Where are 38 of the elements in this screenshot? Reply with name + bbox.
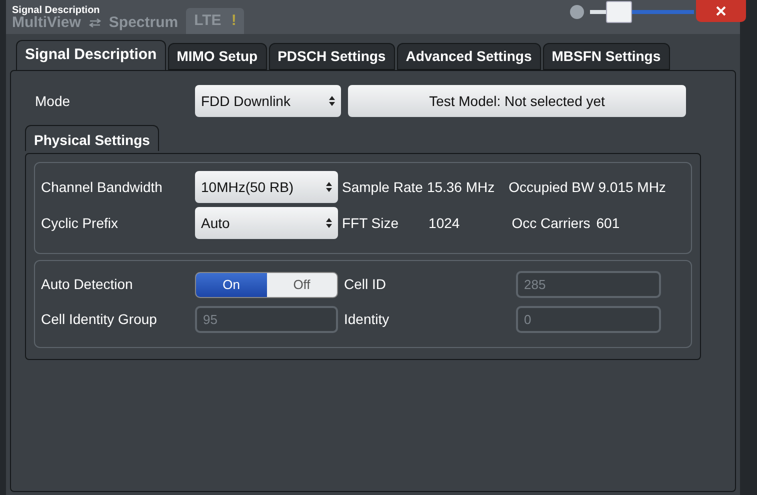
field-label: Occ Carriers bbox=[512, 214, 590, 232]
window-title: Signal Description bbox=[12, 4, 100, 16]
field-label: Channel Bandwidth bbox=[40, 178, 164, 196]
field-label: Cell Identity Group bbox=[40, 310, 158, 329]
field-label: Occupied BW bbox=[508, 178, 594, 197]
warning-icon: ! bbox=[231, 10, 236, 32]
on-off-toggle[interactable]: On Off bbox=[195, 272, 338, 298]
section-tab[interactable]: Physical Settings bbox=[25, 125, 159, 151]
field-value: 601 bbox=[596, 214, 620, 232]
swap-icon bbox=[88, 18, 101, 28]
field-value: 9.015 MHz bbox=[598, 178, 666, 196]
dropdown[interactable]: FDD Downlink bbox=[195, 85, 341, 117]
field-label: Cell ID bbox=[344, 275, 388, 294]
tab[interactable]: MIMO Setup bbox=[168, 43, 267, 70]
spinner-icon bbox=[326, 218, 332, 228]
tab[interactable]: MBSFN Settings bbox=[542, 43, 670, 70]
tab[interactable]: PDSCH Settings bbox=[268, 43, 395, 70]
field-label: Auto Detection bbox=[40, 275, 134, 294]
toggle-option[interactable]: Off bbox=[266, 272, 337, 296]
field-label: Sample Rate bbox=[342, 178, 423, 197]
tab[interactable]: Signal Description bbox=[16, 40, 166, 70]
field-label: Cyclic Prefix bbox=[40, 214, 120, 233]
field-label: FFT Size bbox=[342, 214, 399, 232]
test-model-button[interactable]: Test Model: Not selected yet bbox=[348, 85, 686, 117]
transparency-slider[interactable] bbox=[590, 1, 694, 23]
close-button[interactable] bbox=[696, 0, 746, 22]
spinner-icon bbox=[326, 182, 332, 192]
field-value: 15.36 MHz bbox=[426, 178, 495, 196]
spinner-icon bbox=[329, 96, 335, 106]
tab[interactable]: Advanced Settings bbox=[396, 43, 541, 70]
toggle-option[interactable]: On bbox=[196, 272, 266, 296]
field-value: 1024 bbox=[428, 214, 460, 232]
slider-thumb[interactable] bbox=[606, 1, 632, 23]
dropdown[interactable]: Auto bbox=[195, 207, 338, 239]
close-icon bbox=[716, 6, 726, 16]
field-label: Mode bbox=[34, 92, 72, 110]
field-label: Identity bbox=[344, 310, 390, 329]
dropdown[interactable]: 10MHz(50 RB) bbox=[195, 171, 338, 203]
